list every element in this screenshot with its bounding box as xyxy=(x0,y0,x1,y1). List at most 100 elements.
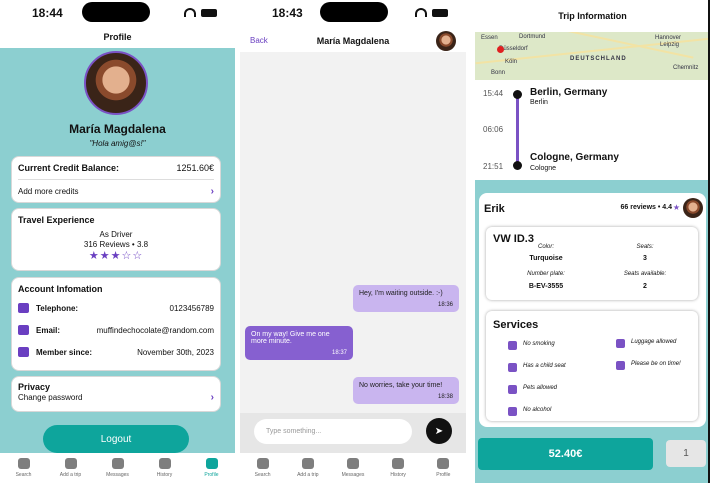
search-icon xyxy=(17,458,30,469)
plus-icon xyxy=(64,458,77,469)
seats-label: Seats: xyxy=(636,244,654,250)
destination-dot-icon xyxy=(513,161,522,170)
map-label: Köln xyxy=(505,59,518,65)
origin-city: Berlin, Germany xyxy=(530,87,608,98)
message-text: Hey, I'm waiting outside. :-) xyxy=(359,290,443,297)
trip-header: Trip Information xyxy=(475,0,710,32)
status-bar: 18:44 xyxy=(0,0,235,26)
tab-profile[interactable]: Profile xyxy=(192,458,232,478)
add-credits-label: Add more credits xyxy=(18,187,79,196)
service-item: Luggage allowed xyxy=(616,339,696,348)
seat-quantity-field[interactable]: 1 xyxy=(666,440,706,467)
tab-add-trip[interactable]: Add a trip xyxy=(51,458,91,478)
person-icon xyxy=(437,458,450,469)
arrival-time: 21:51 xyxy=(483,162,504,171)
service-label: Luggage allowed xyxy=(631,339,677,345)
origin-dot-icon xyxy=(513,90,522,99)
search-icon xyxy=(256,458,269,469)
monitor-icon xyxy=(18,347,29,357)
tab-messages[interactable]: Messages xyxy=(333,458,373,478)
chevron-right-icon: › xyxy=(210,392,214,403)
location-pin-icon xyxy=(497,46,504,53)
trip-screen: Trip Information Essen Dortmund Hannover… xyxy=(475,0,710,483)
tab-history[interactable]: History xyxy=(378,458,418,478)
tab-profile[interactable]: Profile xyxy=(423,458,463,478)
send-button[interactable]: ➤ xyxy=(426,418,452,444)
wifi-icon xyxy=(184,8,196,17)
no-smoking-icon xyxy=(508,341,517,350)
email-row: Email: muffindechocolate@random.com xyxy=(18,325,214,335)
star-icon: ★ xyxy=(672,203,680,212)
tab-bar: Search Add a trip Messages History Profi… xyxy=(240,453,466,483)
tab-label: Search xyxy=(15,472,32,478)
plate-label: Number plate: xyxy=(527,271,565,277)
message-icon xyxy=(616,361,625,370)
destination-city: Cologne, Germany xyxy=(530,152,619,163)
map-label: Chemnitz xyxy=(673,65,699,71)
services-card: Services No smoking Luggage allowed Has … xyxy=(486,311,698,421)
driver-card: Erik 66 reviews • 4.4 ★ VW ID.3 Color: T… xyxy=(479,193,706,427)
service-label: Pets allowed xyxy=(523,385,558,391)
tab-search[interactable]: Search xyxy=(4,458,44,478)
privacy-card: Privacy Change password › xyxy=(11,376,221,412)
message-input[interactable]: Type something... xyxy=(254,419,412,444)
child-seat-icon xyxy=(508,363,517,372)
email-label: Email: xyxy=(36,325,61,335)
service-item: No alcohol xyxy=(508,407,593,416)
star-empty-icon: ☆ xyxy=(132,250,144,262)
tab-add-trip[interactable]: Add a trip xyxy=(288,458,328,478)
telephone-row: Telephone: 0123456789 xyxy=(18,303,214,313)
privacy-title: Privacy xyxy=(18,382,51,392)
plate-value: B-EV-3555 xyxy=(528,283,564,290)
driver-reviews: 66 reviews • 4.4 xyxy=(620,204,673,211)
tab-history[interactable]: History xyxy=(145,458,185,478)
mail-icon xyxy=(18,325,29,335)
dynamic-island xyxy=(82,2,150,22)
service-label: Please be on time! xyxy=(631,361,681,367)
origin-short: Berlin xyxy=(530,99,548,106)
available-seats-value: 2 xyxy=(643,283,647,290)
tab-label: History xyxy=(390,472,406,478)
battery-icon xyxy=(201,8,217,17)
message-time: 18:38 xyxy=(437,394,453,400)
tab-search[interactable]: Search xyxy=(243,458,283,478)
add-credits-button[interactable]: Add more credits › xyxy=(18,186,214,197)
no-alcohol-icon xyxy=(508,407,517,416)
route-map[interactable]: Essen Dortmund Hannover Düsseldorf Köln … xyxy=(475,32,710,80)
tab-messages[interactable]: Messages xyxy=(98,458,138,478)
route-timeline: 15:44 06:06 21:51 Berlin, Germany Berlin… xyxy=(475,80,710,180)
driver-avatar[interactable] xyxy=(683,198,703,218)
status-time: 18:44 xyxy=(32,6,63,20)
star-rating: ★★★☆☆ xyxy=(18,249,214,262)
map-label: Dortmund xyxy=(519,34,546,40)
send-icon: ➤ xyxy=(434,425,444,437)
system-icons xyxy=(184,8,217,17)
service-label: No smoking xyxy=(523,341,555,347)
message-incoming: No worries, take your time! 18:38 xyxy=(353,377,459,404)
status-bar: 18:43 xyxy=(240,0,466,26)
driver-role: As Driver xyxy=(99,230,133,239)
chevron-right-icon: › xyxy=(210,186,214,197)
service-item: Pets allowed xyxy=(508,385,593,394)
change-password-label: Change password xyxy=(18,393,83,402)
tab-label: Messages xyxy=(341,472,365,478)
color-label: Color: xyxy=(537,244,554,250)
chat-title: María Magdalena xyxy=(316,36,390,46)
luggage-icon xyxy=(616,339,625,348)
tab-label: Add a trip xyxy=(297,472,319,478)
telephone-label: Telephone: xyxy=(36,303,79,313)
logout-button[interactable]: Logout xyxy=(43,425,189,453)
available-seats-label: Seats available: xyxy=(623,271,667,277)
service-item: No smoking xyxy=(508,341,593,350)
tab-label: Add a trip xyxy=(59,472,82,478)
chat-header: Back María Magdalena xyxy=(240,26,466,52)
services-title: Services xyxy=(493,319,539,331)
tab-label: Profile xyxy=(436,472,451,478)
contact-avatar[interactable] xyxy=(436,31,456,51)
account-title: Account Infomation xyxy=(18,284,103,294)
member-row: Member since: November 30th, 2023 xyxy=(18,347,214,357)
travel-experience-card: Travel Experience As Driver 316 Reviews … xyxy=(11,208,221,271)
change-password-button[interactable]: Change password › xyxy=(18,392,214,403)
book-price-button[interactable]: 52.40€ xyxy=(478,438,653,470)
status-time: 18:43 xyxy=(272,6,303,20)
